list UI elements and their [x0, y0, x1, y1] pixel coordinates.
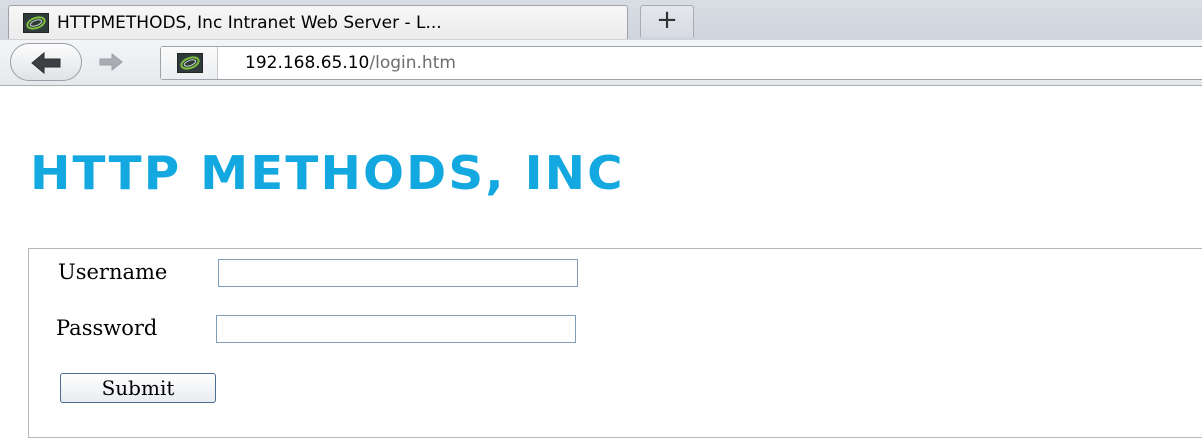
username-label: Username [58, 260, 168, 284]
tab-strip: HTTPMETHODS, Inc Intranet Web Server - L… [0, 0, 1202, 40]
browser-tab[interactable]: HTTPMETHODS, Inc Intranet Web Server - L… [8, 5, 628, 39]
forward-button[interactable] [92, 48, 132, 76]
login-form: Username Password Submit [28, 248, 1202, 438]
password-input[interactable] [216, 315, 576, 343]
page-heading: HTTP METHODS, INC [30, 146, 625, 200]
back-button[interactable] [10, 43, 82, 81]
username-input[interactable] [218, 259, 578, 287]
url-text[interactable]: 192.168.65.10/login.htm [245, 53, 456, 73]
navigation-bar: 192.168.65.10/login.htm [0, 40, 1202, 86]
back-arrow-icon [29, 50, 63, 80]
new-tab-button[interactable]: + [640, 5, 694, 37]
url-host: 192.168.65.10 [245, 53, 370, 73]
submit-button[interactable]: Submit [60, 373, 216, 403]
url-path: /login.htm [369, 53, 456, 73]
password-label: Password [56, 316, 158, 340]
tab-title: HTTPMETHODS, Inc Intranet Web Server - L… [57, 13, 442, 33]
forward-arrow-icon [99, 52, 123, 72]
address-bar[interactable]: 192.168.65.10/login.htm [160, 46, 1202, 80]
site-favicon-icon [23, 13, 49, 37]
site-identity-icon [177, 53, 203, 73]
site-identity-button[interactable] [161, 47, 218, 79]
